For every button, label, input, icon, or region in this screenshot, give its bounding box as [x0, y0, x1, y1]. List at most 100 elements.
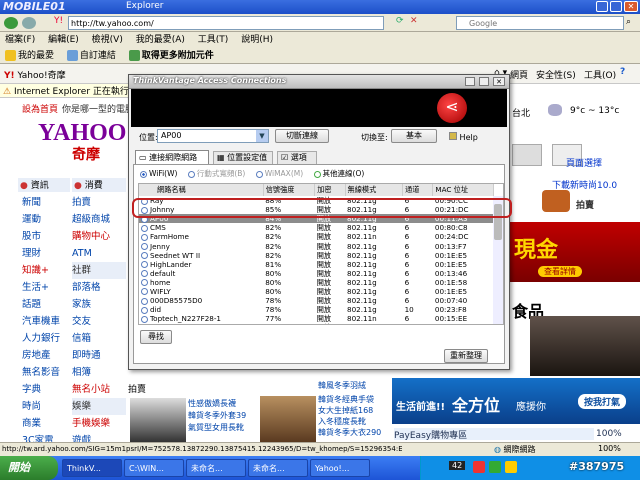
network-radio[interactable]	[141, 288, 148, 295]
sidebar-link[interactable]: 相簿	[72, 364, 126, 381]
sidebar-link[interactable]: 無名小站	[72, 381, 126, 398]
start-button[interactable]: 開始	[0, 456, 58, 480]
sidebar-link[interactable]: ATM	[72, 245, 126, 262]
tab-location-settings[interactable]: ▦ 位置設定值	[213, 151, 273, 164]
radio-wifi[interactable]: WiFi(W)	[140, 169, 177, 178]
network-row[interactable]: Jenny82%開放802.11g600:13:F7	[139, 241, 494, 250]
sidebar-link[interactable]: 房地產	[22, 347, 70, 364]
sidebar-link[interactable]: 拍賣	[72, 194, 126, 211]
network-row[interactable]: did78%開放802.11g1000:23:F8	[139, 305, 494, 314]
menu-edit[interactable]: 編輯(E)	[43, 32, 84, 48]
minimize-button[interactable]	[596, 1, 608, 12]
find-button[interactable]: 尋找	[140, 330, 172, 344]
network-radio[interactable]	[141, 279, 148, 286]
col-channel[interactable]: 通道	[403, 184, 433, 196]
search-input[interactable]	[456, 16, 624, 30]
product-photo-2[interactable]	[260, 396, 316, 442]
sidebar-link[interactable]: 購物中心	[72, 228, 126, 245]
volume-level[interactable]: 42	[449, 461, 465, 470]
help-icon[interactable]: ?	[620, 67, 625, 77]
info-bar[interactable]: ⚠ Internet Explorer 正在執行 (但是已停	[0, 84, 130, 98]
fav-custom-links[interactable]: 自訂連結	[62, 48, 121, 64]
network-row[interactable]: WIFLY80%開放802.11g600:1E:E5	[139, 287, 494, 296]
basic-button[interactable]: 基本	[391, 129, 437, 143]
news-link[interactable]: 韓貨冬季外套39	[188, 410, 250, 422]
chevron-down-icon[interactable]: ▼	[256, 130, 268, 142]
sidebar-link[interactable]: 汽車機車	[22, 313, 70, 330]
sidebar-link[interactable]: 人力銀行	[22, 330, 70, 347]
network-radio[interactable]	[141, 316, 148, 323]
network-radio[interactable]	[141, 270, 148, 277]
url-input[interactable]	[68, 16, 384, 30]
sidebar-link[interactable]: 交友	[72, 313, 126, 330]
status-zoom[interactable]: 100%	[598, 444, 621, 453]
weather-city[interactable]: 台北	[512, 106, 530, 119]
favorites-button[interactable]: 我的最愛	[0, 48, 59, 64]
cash-banner-detail[interactable]: 查看詳情	[538, 266, 582, 277]
menu-file[interactable]: 檔案(F)	[0, 32, 40, 48]
taskbar-item[interactable]: 未命名...	[186, 459, 246, 477]
sidebar-link[interactable]: 股市	[22, 228, 70, 245]
payeasy-link[interactable]: PayEasy購物專區	[394, 428, 594, 440]
sidebar-link[interactable]: 部落格	[72, 279, 126, 296]
network-radio[interactable]	[141, 243, 148, 250]
tray-battery-icon[interactable]	[505, 461, 517, 473]
back-icon[interactable]	[4, 17, 18, 29]
sidebar-link[interactable]: 話題	[22, 296, 70, 313]
taskbar-item[interactable]: ThinkV...	[62, 459, 122, 477]
network-radio[interactable]	[141, 261, 148, 268]
news-link[interactable]: 性感傲嬌長襪	[188, 398, 250, 410]
network-radio[interactable]	[141, 234, 148, 241]
yahoo-logo[interactable]: YAHOO!	[38, 120, 134, 147]
sidebar-link[interactable]: 運動	[22, 211, 70, 228]
news-link[interactable]: 韓貨冬經典手袋	[318, 394, 384, 405]
news-link[interactable]: 韓貨冬季大衣290	[318, 427, 384, 438]
sidebar-link[interactable]: 知識+	[22, 262, 70, 279]
auction-link[interactable]: 拍賣	[576, 198, 594, 211]
sidebar-link[interactable]: 家族	[72, 296, 126, 313]
dialog-close-icon[interactable]: ✕	[493, 77, 505, 86]
sidebar-link[interactable]: 超級商城	[72, 211, 126, 228]
network-radio[interactable]	[141, 225, 148, 232]
network-row[interactable]: CMS82%開放802.11g600:80:C8	[139, 223, 494, 232]
refresh-icon[interactable]: ⟳	[396, 16, 408, 29]
refresh-button[interactable]: 重新整理	[444, 349, 488, 363]
sidebar-link[interactable]: 理財	[22, 245, 70, 262]
help-link[interactable]: Help	[449, 132, 478, 142]
sidebar-link[interactable]: 生活+	[22, 279, 70, 296]
sidebar-link[interactable]: 無名影音	[22, 364, 70, 381]
col-encryption[interactable]: 加密	[315, 184, 345, 196]
network-row[interactable]: FarmHome82%開放802.11n600:24:DC	[139, 232, 494, 241]
sidebar-link[interactable]: 商業	[22, 415, 70, 432]
taskbar-item[interactable]: 未命名...	[248, 459, 308, 477]
network-row[interactable]: Seednet WT II82%開放802.11g600:1E:E5	[139, 251, 494, 260]
ad-banner[interactable]: 生活前進!! 全方位 應援你 按我打氣	[392, 378, 640, 424]
promo-link[interactable]: 你是哪一型的電腦	[62, 102, 134, 115]
ad-cheer-button[interactable]: 按我打氣	[578, 394, 626, 409]
radio-other[interactable]: 其他連線(O)	[314, 169, 365, 178]
tool-web[interactable]: 網頁	[510, 68, 528, 81]
col-mode[interactable]: 無線模式	[345, 184, 403, 196]
tool-security[interactable]: 安全性(S)	[536, 68, 576, 81]
location-select[interactable]: AP00 ▼	[157, 129, 269, 143]
menu-view[interactable]: 檢視(V)	[87, 32, 128, 48]
maximize-button[interactable]	[610, 1, 622, 12]
dialog-minimize-button[interactable]	[465, 77, 475, 86]
news-link[interactable]: 韓風冬季羽絨	[318, 380, 384, 391]
news-link[interactable]: 氣質型女用長靴	[188, 422, 250, 434]
network-row[interactable]: default80%開放802.11g600:13:46	[139, 269, 494, 278]
fav-get-addons[interactable]: 取得更多附加元件	[124, 48, 219, 64]
news-link[interactable]: 入冬穩度長靴	[318, 416, 384, 427]
menu-favorites[interactable]: 我的最愛(A)	[131, 32, 190, 48]
page-select-link[interactable]: 頁面選擇	[566, 156, 602, 169]
tray-network-icon[interactable]	[489, 461, 501, 473]
promo-thumb-1[interactable]	[512, 144, 542, 166]
col-name[interactable]: 網路名稱	[139, 184, 263, 196]
sidebar-link[interactable]: 手機娛樂	[72, 415, 126, 432]
news-link[interactable]: 女大生掉紙168	[318, 405, 384, 416]
tab-internet[interactable]: ▭ 連接網際網路	[135, 150, 209, 164]
network-row[interactable]: Toptech_N227F28-177%開放802.11n600:15:EE	[139, 314, 494, 323]
tab-yahoo[interactable]: Y! Yahoo!奇摩	[4, 68, 66, 81]
ad-photo[interactable]	[530, 316, 640, 376]
network-row[interactable]: HighLander81%開放802.11g600:1E:E5	[139, 260, 494, 269]
